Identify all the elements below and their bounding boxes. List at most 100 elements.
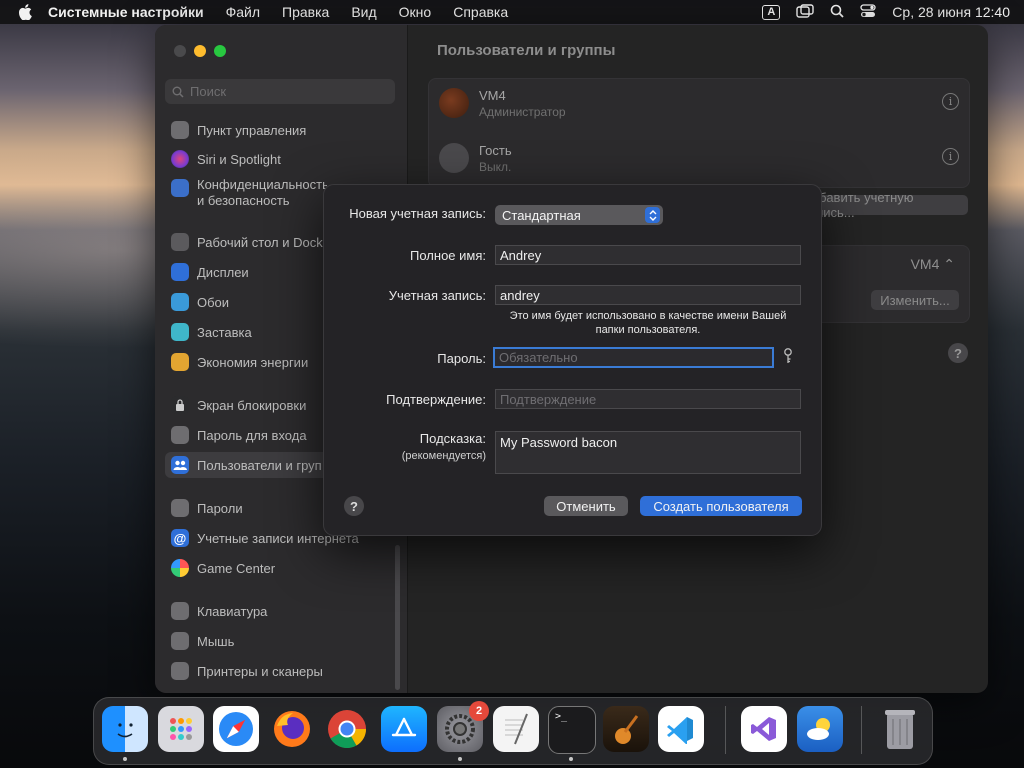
user-name: VM4 [479,87,506,103]
lock-icon [171,396,189,414]
sidebar-item-label: Обои [197,294,230,310]
menu-app-name[interactable]: Системные настройки [48,4,204,20]
menu-edit[interactable]: Правка [282,4,329,20]
sidebar-item-label: Пароли [197,500,243,516]
sidebar-item-label: Game Center [197,560,276,576]
info-icon[interactable]: i [942,93,959,110]
sidebar-item-siri[interactable]: Siri и Spotlight [165,146,397,172]
full-name-field[interactable] [495,245,801,265]
apple-logo-icon[interactable] [18,4,32,20]
account-name-hint: Это имя будет использовано в качестве им… [509,310,787,336]
finder-icon[interactable] [102,706,148,752]
siri-icon [171,150,189,168]
verify-field[interactable] [495,389,801,409]
account-type-value: Стандартная [502,207,581,223]
window-switcher-icon[interactable] [796,3,814,21]
dock-separator [725,706,726,754]
account-name-label: Учетная запись: [388,288,486,303]
create-user-button[interactable]: Создать пользователя [640,496,802,516]
sidebar-scrollbar[interactable] [395,545,400,690]
user-role: Выкл. [479,159,512,174]
sidebar-item-label: Рабочий стол и Dock [197,234,323,250]
menu-view[interactable]: Вид [351,4,376,20]
sidebar-item-label: Siri и Spotlight [197,151,281,167]
sidebar-item-label: Клавиатура [197,603,268,619]
dock-separator [861,706,862,754]
edit-button[interactable]: Изменить... [871,290,959,310]
app-store-icon[interactable] [381,706,427,752]
vscode-icon[interactable] [658,706,704,752]
avatar [439,88,469,118]
add-account-button[interactable]: Добавить учетную запись... [803,190,968,220]
sidebar-item-label: Пользователи и группы [197,457,322,473]
account-name-field[interactable] [495,285,801,305]
menu-clock[interactable]: Ср, 28 июня 12:40 [892,4,1010,20]
info-icon[interactable]: i [942,148,959,165]
weather-icon[interactable] [797,706,843,752]
close-button[interactable] [174,45,186,57]
full-name-label: Полное имя: [410,248,486,263]
minimize-button[interactable] [194,45,206,57]
dialog-help-button[interactable]: ? [344,496,364,516]
menu-bar: Системные настройки Файл Правка Вид Окно… [0,0,1024,24]
sidebar-item-printers[interactable]: Принтеры и сканеры [165,658,397,684]
password-field[interactable] [493,347,774,368]
terminal-icon[interactable]: >_ [548,706,596,754]
autologin-value[interactable]: VM4 ⌃ [911,256,955,273]
user-row-vm4[interactable]: VM4 Администратор i [439,81,959,125]
desktop-dock-icon [171,233,189,251]
trash-icon[interactable] [877,706,923,752]
running-indicator [569,757,573,761]
new-account-label: Новая учетная запись: [349,206,486,221]
sidebar-item-label: Экран блокировки [197,397,307,413]
cancel-button[interactable]: Отменить [544,496,628,516]
wallpaper-icon [171,293,189,311]
textedit-icon[interactable] [493,706,539,752]
launchpad-icon[interactable] [158,706,204,752]
search-input[interactable] [188,83,382,100]
sidebar-item-control-center[interactable]: Пункт управления [165,117,397,143]
sidebar-item-label: Дисплеи [197,264,249,280]
account-type-select[interactable]: Стандартная [495,205,663,225]
sidebar-item-label: Конфиденциальность и безопасность [197,177,327,208]
verify-label: Подтверждение: [386,392,486,407]
menu-window[interactable]: Окно [399,4,432,20]
sidebar-search [165,79,395,104]
sidebar-item-label: Пароль для входа [197,427,307,443]
sidebar-item-game-center[interactable]: Game Center [165,555,397,581]
notification-badge: 2 [469,701,489,721]
chrome-icon[interactable] [324,706,370,752]
control-center-icon[interactable] [860,3,876,21]
running-indicator [458,757,462,761]
dock: 2 >_ [93,697,933,765]
safari-icon[interactable] [213,706,259,752]
help-button[interactable]: ? [948,343,968,363]
sidebar-item-label: Принтеры и сканеры [197,663,323,679]
user-role: Администратор [479,104,566,119]
password-assistant-key-icon[interactable] [783,348,793,369]
garageband-icon[interactable] [603,706,649,752]
zoom-button[interactable] [214,45,226,57]
users-list: VM4 Администратор i Гость Выкл. i [428,78,970,188]
menu-help[interactable]: Справка [453,4,508,20]
spotlight-search-icon[interactable] [830,4,844,21]
privacy-hand-icon [171,179,189,197]
menu-file[interactable]: Файл [226,4,260,20]
sidebar-item-mouse[interactable]: Мышь [165,628,397,654]
user-row-guest[interactable]: Гость Выкл. i [439,136,959,180]
sidebar-item-keyboard[interactable]: Клавиатура [165,598,397,624]
sidebar-item-label: Заставка [197,324,252,340]
screensaver-icon [171,323,189,341]
sidebar-item-label: Экономия энергии [197,354,309,370]
hint-label-text: Подсказка: [419,431,486,446]
input-source-indicator[interactable]: A [762,4,781,20]
sidebar-item-label: Мышь [197,633,235,649]
system-settings-icon[interactable]: 2 [437,701,489,752]
visual-studio-icon[interactable] [741,706,787,752]
firefox-icon[interactable] [269,706,315,752]
key-icon [171,499,189,517]
hint-field[interactable]: My Password bacon [495,431,801,474]
sun-icon [171,263,189,281]
printer-icon [171,662,189,680]
at-icon: @ [171,529,189,547]
